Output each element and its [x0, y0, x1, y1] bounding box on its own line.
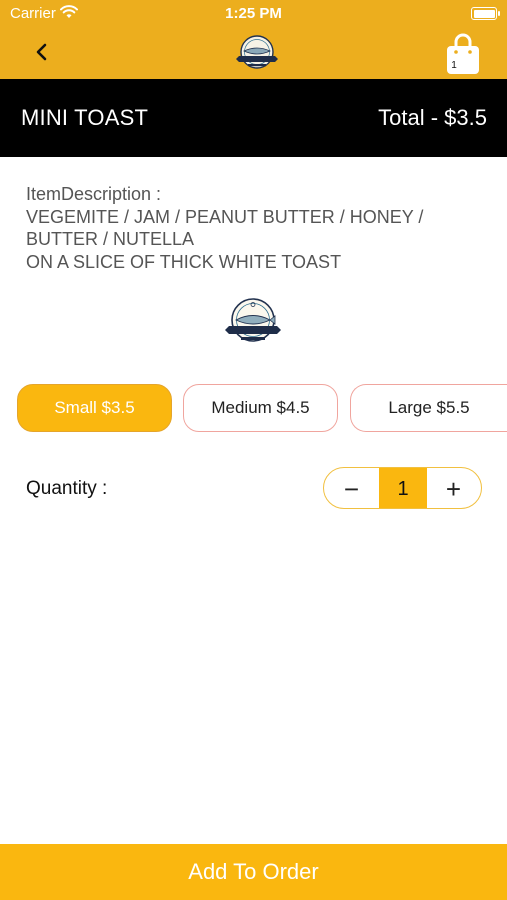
description-line: BUTTER / NUTELLA — [26, 229, 195, 250]
decrease-quantity-button[interactable]: − — [324, 468, 379, 508]
status-time: 1:25 PM — [225, 5, 282, 22]
add-to-order-button[interactable]: Add To Order — [0, 844, 507, 900]
product-title-bar: MINI TOAST Total - $3.5 — [0, 79, 507, 157]
cart-count-badge: 1 — [451, 60, 457, 71]
product-name: MINI TOAST — [21, 105, 149, 130]
status-bar: Carrier 1:25 PM — [0, 0, 507, 28]
header: Carrier 1:25 PM 1 — [0, 0, 507, 79]
quantity-label: Quantity : — [26, 478, 108, 499]
size-option-large[interactable]: Large $5.5 — [350, 384, 507, 432]
description-line: VEGEMITE / JAM / PEANUT BUTTER / HONEY / — [26, 206, 424, 227]
battery-icon — [471, 7, 500, 20]
increase-quantity-button[interactable]: + — [426, 468, 481, 508]
product-image-logo — [225, 298, 281, 342]
order-total: Total - $3.5 — [378, 105, 487, 130]
size-option-medium[interactable]: Medium $4.5 — [183, 384, 338, 432]
back-chevron-icon[interactable] — [28, 38, 56, 66]
product-detail-screen: Carrier 1:25 PM 1 MINI TOAST Total - $3.… — [0, 0, 507, 900]
size-option-small[interactable]: Small $3.5 — [17, 384, 172, 432]
brand-logo — [236, 35, 278, 69]
quantity-value: 1 — [379, 468, 427, 508]
description-label: ItemDescription : — [26, 184, 162, 204]
description-line: ON A SLICE OF THICK WHITE TOAST — [26, 251, 342, 272]
quantity-stepper: − 1 + — [323, 467, 482, 509]
item-description: ItemDescription : VEGEMITE / JAM / PEANU… — [26, 183, 486, 273]
size-options: Small $3.5 Medium $4.5 Large $5.5 — [0, 384, 507, 434]
